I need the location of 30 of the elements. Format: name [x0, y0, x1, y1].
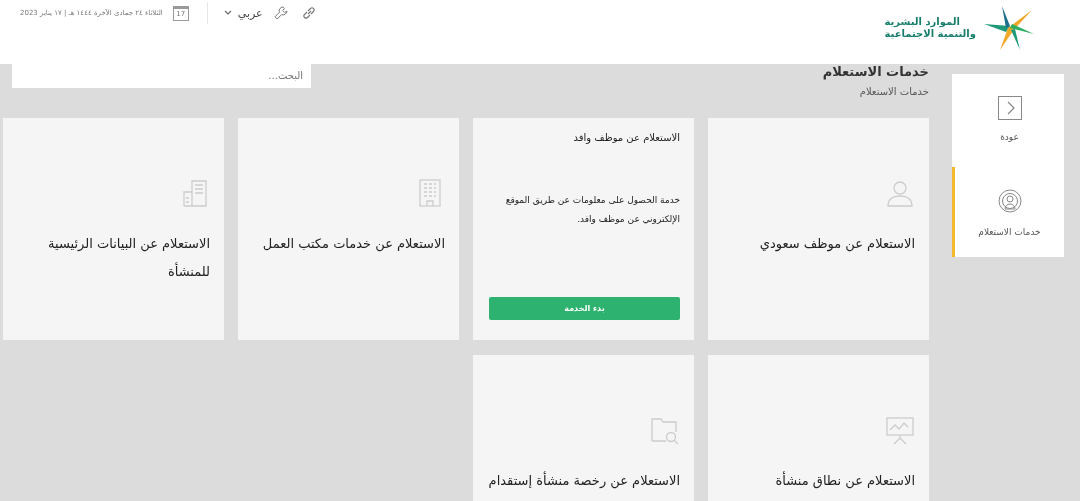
broadcast-person-icon [996, 188, 1023, 215]
card-title: الاستعلام عن خدمات مكتب العمل [262, 235, 445, 254]
card-title: الاستعلام عن البيانات الرئيسية للمنشأة [47, 235, 210, 281]
logo-text: الموارد البشرية [884, 16, 960, 28]
folder-search-icon [650, 415, 680, 445]
service-card[interactable]: الاستعلام عن موظف سعودي [708, 118, 929, 340]
service-card[interactable]: الاستعلام عن البيانات الرئيسية للمنشأة [3, 118, 224, 340]
card-title: الاستعلام عن نطاق منشأة [775, 470, 915, 491]
buildings-icon [180, 178, 210, 208]
card-title: الاستعلام عن موظف سعودي [759, 235, 915, 254]
wrench-icon[interactable] [272, 5, 289, 21]
sidebar-item[interactable]: خدمات الاستعلام [952, 166, 1064, 257]
language-dropdown[interactable]: عربي [223, 6, 263, 20]
chevron-icon [997, 96, 1022, 120]
person-icon [885, 178, 915, 208]
service-card[interactable]: الاستعلام عن خدمات مكتب العمل [238, 118, 459, 340]
service-card[interactable]: الاستعلام عن موظف وافد خدمة الحصول على معلومات عن طريق الموقع الإلكتروني عن موظف وافد. بدء الخدمة [473, 118, 694, 340]
caret-icon [223, 10, 232, 16]
service-card[interactable]: الاستعلام عن نطاق منشأة [708, 355, 929, 501]
link-icon[interactable] [300, 5, 317, 21]
card-title: الاستعلام عن موظف وافد [573, 132, 680, 143]
search-field[interactable]: البحث... [12, 62, 311, 88]
breadcrumb-text: خدمات الاستعلام [858, 86, 929, 97]
presentation-board-icon [885, 415, 915, 445]
card-title: الاستعلام عن رخصة منشأة إستقدام [488, 470, 680, 491]
card-description: خدمة الحصول على معلومات عن طريق الموقع الإلكتروني عن موظف وافد. [504, 194, 680, 226]
page-title: خدمات الاستعلام [822, 64, 929, 80]
sidebar-item[interactable]: عودة [952, 94, 1064, 163]
service-card[interactable]: الاستعلام عن رخصة منشأة إستقدام [473, 355, 694, 501]
logo-text: والتنمية الاجتماعية [884, 28, 976, 40]
